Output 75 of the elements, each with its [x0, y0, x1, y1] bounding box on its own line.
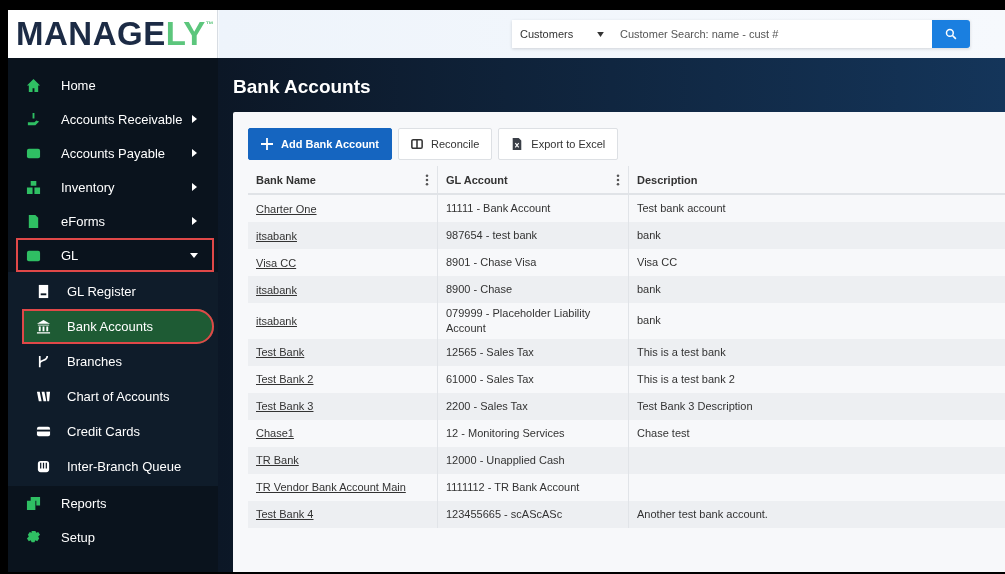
- bank-name-link[interactable]: Test Bank 4: [256, 508, 314, 521]
- bank-name-link[interactable]: itsabank: [256, 229, 297, 242]
- search-field[interactable]: Customer Search: name - cust #: [612, 20, 932, 48]
- sidebar-item[interactable]: Accounts Receivable: [16, 102, 214, 136]
- table-cell: 61000 - Sales Tax: [446, 371, 534, 387]
- kebab-menu-icon[interactable]: [616, 173, 620, 186]
- search-icon: [945, 28, 957, 40]
- plus-icon: [261, 138, 273, 150]
- search-button[interactable]: [932, 20, 970, 48]
- table-cell: 1111112 - TR Bank Account: [446, 479, 580, 495]
- toolbar-button[interactable]: Export to Excel: [498, 128, 619, 160]
- column-header[interactable]: Description: [629, 166, 1005, 193]
- table-cell: 8900 - Chase: [446, 282, 513, 297]
- table-cell: bank: [637, 313, 661, 329]
- stacked-squares-icon: [26, 495, 41, 511]
- column-header[interactable]: Bank Name: [248, 166, 438, 193]
- columns-icon: [411, 138, 423, 150]
- table-cell-text: 079999 - Placeholder Liability Account: [446, 306, 592, 336]
- bank-name-link[interactable]: TR Bank: [256, 454, 299, 467]
- sidebar-subitem[interactable]: Inter-Branch Queue: [8, 449, 214, 484]
- kebab-menu-icon[interactable]: [425, 173, 429, 186]
- document-icon: [26, 213, 41, 229]
- sidebar-subitem[interactable]: Chart of Accounts: [8, 379, 214, 414]
- boxes-icon: [26, 179, 41, 195]
- sidebar-item[interactable]: Setup: [16, 520, 214, 554]
- table-cell: 12565 - Sales Tax: [446, 344, 534, 360]
- sidebar-item[interactable]: Accounts Payable: [16, 136, 214, 170]
- bank-name-link[interactable]: Test Bank 3: [256, 400, 314, 413]
- bank-name-link[interactable]: Chase1: [256, 427, 294, 440]
- sidebar-subitem[interactable]: Bank Accounts: [22, 309, 214, 344]
- table-cell: 8901 - Chase Visa: [446, 255, 537, 270]
- table-cell: This is a test bank 2: [637, 371, 735, 387]
- caret-icon: [597, 31, 604, 37]
- column-header[interactable]: GL Account: [438, 166, 629, 193]
- inbox-icon: [36, 459, 51, 474]
- page-title: Bank Accounts: [233, 76, 372, 98]
- bank-name-link[interactable]: itsabank: [256, 283, 297, 296]
- table-cell: bank: [637, 282, 661, 297]
- credit-card-icon: [36, 424, 51, 439]
- sidebar-item[interactable]: Inventory: [16, 170, 214, 204]
- table-cell: bank: [637, 228, 661, 243]
- bank-name-link[interactable]: TR Vendor Bank Account Main: [256, 481, 406, 494]
- bank-name-link[interactable]: Test Bank: [256, 346, 305, 359]
- table-cell: 12 - Monitoring Services: [446, 425, 565, 441]
- toolbar-button[interactable]: Reconcile: [398, 128, 493, 160]
- scope-dropdown[interactable]: Customers: [512, 20, 612, 48]
- table-cell: Visa CC: [637, 255, 678, 270]
- table-cell: Another test bank account.: [637, 506, 768, 522]
- table-cell: 11111 - Bank Account: [446, 201, 551, 216]
- sidebar-subitem[interactable]: GL Register: [8, 274, 214, 309]
- sidebar-item[interactable]: GL: [16, 238, 214, 272]
- sidebar-item[interactable]: eForms: [16, 204, 214, 238]
- table-cell: Test Bank 3 Description: [637, 398, 753, 414]
- bars-icon: [36, 389, 51, 404]
- sidebar-subitem[interactable]: Credit Cards: [8, 414, 214, 449]
- bank-name-link[interactable]: Visa CC: [256, 256, 297, 269]
- table-cell: 2200 - Sales Tax: [446, 398, 528, 414]
- table-cell: 123455665 - scAScASc: [446, 506, 563, 522]
- table-cell: 987654 - test bank: [446, 228, 538, 243]
- book-icon: [36, 284, 51, 299]
- toolbar-button[interactable]: Add Bank Account: [248, 128, 392, 160]
- table-cell: Chase test: [637, 425, 690, 441]
- bank-name-link[interactable]: Test Bank 2: [256, 373, 314, 386]
- sidebar-item[interactable]: Reports: [16, 486, 214, 520]
- table-cell: Test bank account: [637, 201, 726, 216]
- bank-name-link[interactable]: Charter One: [256, 202, 317, 215]
- branch-icon: [36, 354, 51, 369]
- house-icon: [26, 77, 41, 93]
- spreadsheet-file-icon: [511, 138, 524, 150]
- table-cell: This is a test bank: [637, 344, 726, 360]
- sidebar-subitem[interactable]: Branches: [8, 344, 214, 379]
- bank-icon: [36, 319, 51, 334]
- sidebar-item[interactable]: Home: [16, 68, 214, 102]
- bank-name-link[interactable]: itsabank: [256, 314, 297, 327]
- table-cell: 12000 - Unapplied Cash: [446, 452, 565, 468]
